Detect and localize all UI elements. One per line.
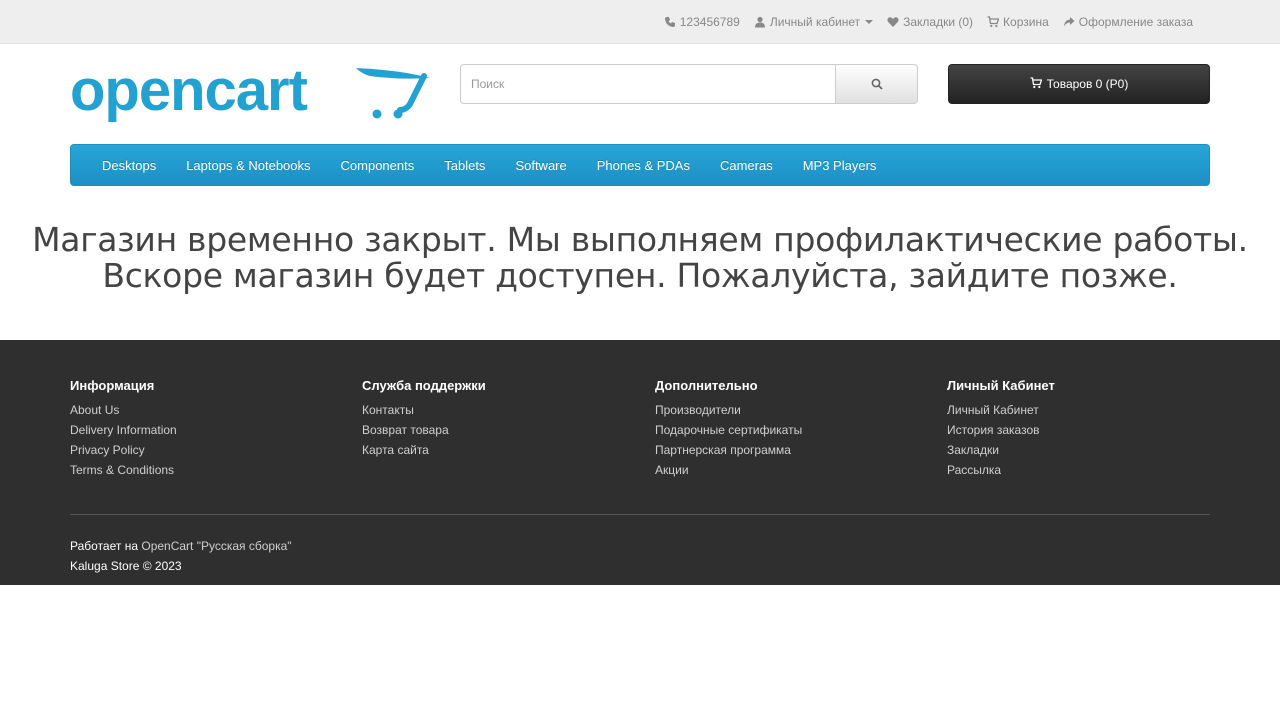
footer-link[interactable]: Подарочные сертификаты: [655, 420, 935, 440]
search-icon: [871, 78, 883, 90]
footer-link[interactable]: Партнерская программа: [655, 440, 935, 460]
footer-column-title: Дополнительно: [655, 378, 758, 393]
menu-item-phones[interactable]: Phones & PDAs: [582, 158, 705, 173]
menu-item-laptops[interactable]: Laptops & Notebooks: [171, 158, 325, 173]
footer-column-info: Информация About Us Delivery Information…: [70, 378, 350, 480]
powered-by: Работает на OpenCart "Русская сборка" Ka…: [70, 536, 292, 576]
cart-label: Корзина: [1003, 15, 1049, 29]
footer-column-extras: Дополнительно Производители Подарочные с…: [655, 378, 935, 480]
footer-column-title: Личный Кабинет: [947, 378, 1055, 393]
maintenance-line-1: Магазин временно закрыт. Мы выполняем пр…: [32, 220, 1248, 259]
footer-divider: [70, 514, 1210, 515]
footer-link[interactable]: Terms & Conditions: [70, 460, 350, 480]
wishlist-link[interactable]: Закладки (0): [880, 15, 980, 29]
search-input[interactable]: [460, 64, 835, 104]
footer-column-support: Служба поддержки Контакты Возврат товара…: [362, 378, 642, 460]
footer-link[interactable]: Privacy Policy: [70, 440, 350, 460]
top-bar: 123456789 Личный кабинет Закладки (0) Ко…: [0, 0, 1280, 44]
top-links: 123456789 Личный кабинет Закладки (0) Ко…: [657, 0, 1200, 44]
menu-item-desktops[interactable]: Desktops: [87, 158, 171, 173]
store-logo[interactable]: opencart: [70, 58, 432, 136]
menu-item-cameras[interactable]: Cameras: [705, 158, 788, 173]
cart-button-label: Товаров 0 (Р0): [1046, 77, 1129, 91]
footer-link[interactable]: Рассылка: [947, 460, 1227, 480]
wishlist-label: Закладки (0): [903, 15, 974, 29]
powered-prefix: Работает на: [70, 539, 139, 553]
footer-link[interactable]: Производители: [655, 400, 935, 420]
header: opencart Товаров 0 (Р0): [0, 44, 1280, 144]
search-button[interactable]: [835, 64, 918, 104]
opencart-link[interactable]: OpenCart "Русская сборка": [141, 539, 291, 553]
footer-link[interactable]: Карта сайта: [362, 440, 642, 460]
footer-link[interactable]: Возврат товара: [362, 420, 642, 440]
footer-link[interactable]: Акции: [655, 460, 935, 480]
logo-text: opencart: [70, 64, 308, 123]
footer-link[interactable]: Закладки: [947, 440, 1227, 460]
cart-button[interactable]: Товаров 0 (Р0): [948, 64, 1210, 104]
footer-link[interactable]: Delivery Information: [70, 420, 350, 440]
footer-link[interactable]: About Us: [70, 400, 350, 420]
footer: Информация About Us Delivery Information…: [0, 340, 1280, 585]
phone-number: 123456789: [679, 15, 740, 29]
menu-item-tablets[interactable]: Tablets: [429, 158, 500, 173]
category-menu: Desktops Laptops & Notebooks Components …: [70, 144, 1210, 186]
menu-item-mp3[interactable]: MP3 Players: [788, 158, 892, 173]
share-icon: [1063, 16, 1075, 28]
shopping-cart-icon: [1030, 76, 1043, 92]
search-bar: [460, 64, 918, 104]
checkout-label: Оформление заказа: [1078, 15, 1193, 29]
footer-link[interactable]: Личный Кабинет: [947, 400, 1227, 420]
shopping-cart-icon: [987, 16, 1000, 28]
user-icon: [754, 16, 766, 28]
footer-column-title: Информация: [70, 378, 155, 393]
menu-item-components[interactable]: Components: [326, 158, 430, 173]
cart-swoosh-icon: [356, 68, 430, 79]
copyright: Kaluga Store © 2023: [70, 559, 182, 573]
heart-icon: [887, 16, 899, 28]
account-label: Личный кабинет: [769, 15, 861, 29]
phone-icon: [664, 16, 676, 28]
maintenance-line-2: Вскоре магазин будет доступен. Пожалуйст…: [102, 256, 1178, 295]
footer-column-account: Личный Кабинет Личный Кабинет История за…: [947, 378, 1227, 480]
cart-link[interactable]: Корзина: [980, 15, 1056, 29]
footer-link[interactable]: История заказов: [947, 420, 1227, 440]
chevron-down-icon: [865, 20, 874, 24]
footer-column-title: Служба поддержки: [362, 378, 486, 393]
footer-link[interactable]: Контакты: [362, 400, 642, 420]
maintenance-message: Магазин временно закрыт. Мы выполняем пр…: [0, 222, 1280, 294]
phone-link[interactable]: 123456789: [657, 15, 747, 29]
checkout-link[interactable]: Оформление заказа: [1056, 15, 1200, 29]
account-dropdown[interactable]: Личный кабинет: [747, 15, 880, 29]
menu-item-software[interactable]: Software: [500, 158, 581, 173]
